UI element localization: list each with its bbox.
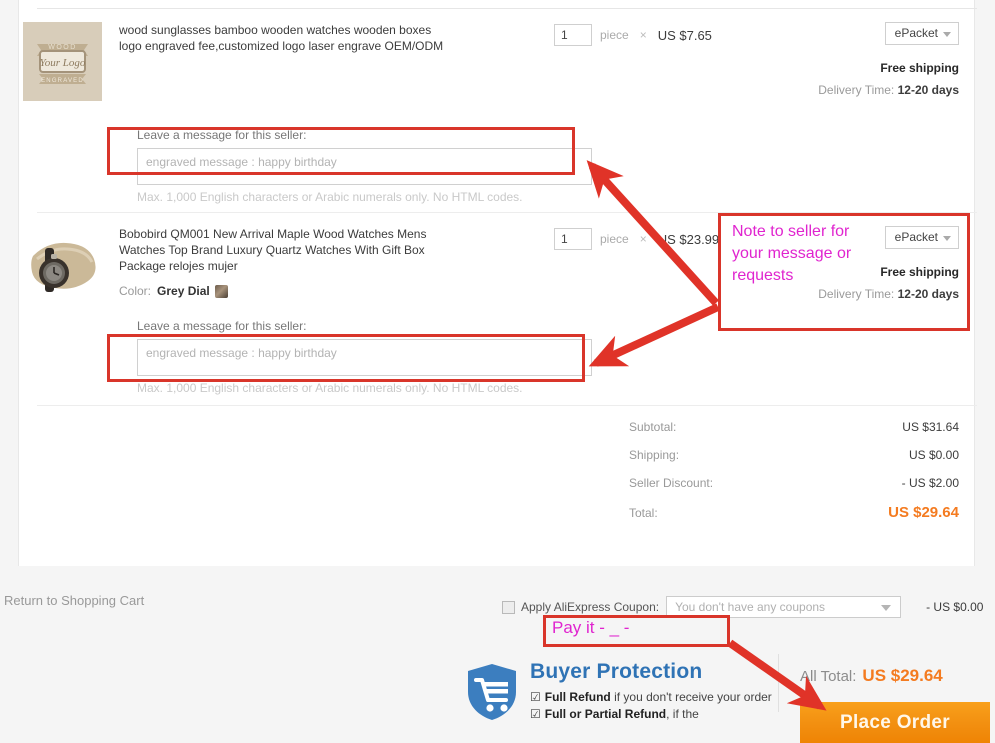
buyer-protection-item-rest: if you don't receive your order — [610, 690, 772, 704]
delivery-time-label: Delivery Time: — [818, 83, 895, 97]
color-swatch-icon — [214, 284, 228, 298]
delivery-time-value: 12-20 days — [897, 83, 959, 97]
delivery-time: Delivery Time: 12-20 days — [719, 83, 975, 97]
all-total-label: All Total: — [800, 668, 857, 685]
quantity-input[interactable] — [554, 228, 592, 250]
shield-cart-icon — [466, 660, 520, 725]
apply-coupon-label: Apply AliExpress Coupon: — [521, 600, 660, 614]
buyer-protection-block: Buyer Protection ☑ Full Refund if you don… — [466, 660, 776, 725]
shipping-value: US $0.00 — [908, 448, 959, 462]
seller-message-hint: Max. 1,000 English characters or Arabic … — [137, 381, 523, 395]
total-value: US $29.64 — [888, 504, 959, 521]
shipping-cost: Free shipping — [880, 265, 959, 279]
shipping-block: ePacket Free shipping Delivery Time: 12-… — [719, 226, 975, 301]
wood-logo-engraved-image: Your Logo WOOD ENGRAVED — [23, 22, 102, 101]
coupon-row: Apply AliExpress Coupon: You don't have … — [502, 596, 983, 618]
row-divider — [37, 212, 977, 213]
quantity-price-block: piece × US $23.99 — [554, 228, 719, 250]
order-summary-card: Your Logo WOOD ENGRAVED wood sunglasses … — [18, 0, 977, 566]
checkbox-checked-icon: ☑ — [530, 690, 541, 704]
product-attribute: Color: Grey Dial — [119, 284, 449, 298]
seller-message-textarea[interactable] — [137, 148, 592, 185]
unit-label: piece — [600, 28, 629, 42]
summary-subtotal: Subtotal: US $31.64 — [629, 420, 959, 434]
buyer-protection-item: ☑ Full or Partial Refund, if the — [530, 707, 772, 722]
chevron-down-icon — [943, 32, 951, 37]
shipping-method-select[interactable]: ePacket — [884, 22, 959, 45]
svg-text:WOOD: WOOD — [48, 44, 77, 51]
product-title[interactable]: wood sunglasses bamboo wooden watches wo… — [119, 22, 449, 54]
summary-shipping: Shipping: US $0.00 — [629, 448, 959, 462]
seller-message-textarea[interactable] — [137, 339, 592, 376]
shipping-label: Shipping: — [629, 448, 680, 462]
coupon-select[interactable]: You don't have any coupons — [666, 596, 902, 618]
attribute-value: Grey Dial — [157, 284, 210, 298]
subtotal-label: Subtotal: — [629, 420, 677, 434]
seller-message-label: Leave a message for this seller: — [137, 319, 307, 333]
delivery-time: Delivery Time: 12-20 days — [719, 287, 975, 301]
multiply-symbol: × — [639, 28, 647, 42]
coupon-amount: - US $0.00 — [926, 600, 984, 614]
seller-message-area: Leave a message for this seller: Max. 1,… — [137, 319, 597, 395]
product-info: Bobobird QM001 New Arrival Maple Wood Wa… — [119, 226, 449, 298]
svg-text:Your Logo: Your Logo — [40, 57, 86, 69]
checkbox-checked-icon: ☑ — [530, 707, 541, 721]
summary-seller-discount: Seller Discount: - US $2.00 — [629, 476, 959, 490]
seller-message-hint: Max. 1,000 English characters or Arabic … — [137, 190, 523, 204]
chevron-down-icon — [943, 236, 951, 241]
subtotal-value: US $31.64 — [902, 420, 959, 434]
wood-watch-on-pillow-image — [23, 226, 102, 305]
product-title[interactable]: Bobobird QM001 New Arrival Maple Wood Wa… — [119, 226, 449, 274]
shipping-block: ePacket Free shipping Delivery Time: 12-… — [719, 22, 975, 97]
shipping-method-select[interactable]: ePacket — [884, 226, 959, 249]
footer-divider — [778, 654, 779, 712]
unit-price: US $7.65 — [657, 27, 712, 43]
seller-message-label: Leave a message for this seller: — [137, 128, 307, 142]
buyer-protection-item-strong: Full or Partial Refund — [544, 707, 667, 721]
shipping-method-label: ePacket — [894, 26, 938, 40]
product-info: wood sunglasses bamboo wooden watches wo… — [119, 22, 449, 54]
price-summary: Subtotal: US $31.64 Shipping: US $0.00 S… — [629, 420, 959, 535]
summary-divider — [37, 405, 977, 406]
attribute-label: Color: — [119, 284, 152, 298]
top-divider — [37, 8, 977, 9]
buyer-protection-item-strong: Full Refund — [544, 690, 611, 704]
seller-discount-label: Seller Discount: — [629, 476, 714, 490]
chevron-down-icon — [881, 605, 892, 611]
coupon-select-placeholder: You don't have any coupons — [675, 600, 826, 614]
seller-message-area: Leave a message for this seller: Max. 1,… — [137, 128, 597, 204]
product-thumbnail[interactable]: Your Logo WOOD ENGRAVED — [23, 22, 102, 101]
shipping-method-label: ePacket — [894, 230, 938, 244]
buyer-protection-texts: Buyer Protection ☑ Full Refund if you don… — [520, 660, 772, 725]
quantity-price-block: piece × US $7.65 — [554, 24, 712, 46]
buyer-protection-item-rest: , if the — [666, 707, 699, 721]
all-total: All Total: US $29.64 — [800, 666, 943, 686]
quantity-input[interactable] — [554, 24, 592, 46]
total-label: Total: — [629, 506, 658, 520]
unit-price: US $23.99 — [657, 231, 720, 247]
seller-discount-value: - US $2.00 — [901, 476, 959, 490]
product-thumbnail[interactable] — [23, 226, 102, 305]
shipping-cost: Free shipping — [880, 61, 959, 75]
delivery-time-value: 12-20 days — [897, 287, 959, 301]
svg-text:ENGRAVED: ENGRAVED — [41, 78, 84, 84]
delivery-time-label: Delivery Time: — [818, 287, 895, 301]
return-to-cart-link[interactable]: Return to Shopping Cart — [4, 593, 144, 608]
all-total-value: US $29.64 — [862, 666, 943, 685]
multiply-symbol: × — [639, 232, 647, 246]
summary-total: Total: US $29.64 — [629, 504, 959, 521]
apply-coupon-checkbox[interactable] — [502, 600, 515, 614]
unit-label: piece — [600, 232, 629, 246]
buyer-protection-title: Buyer Protection — [530, 660, 703, 683]
place-order-button[interactable]: Place Order — [800, 702, 990, 743]
buyer-protection-item: ☑ Full Refund if you don't receive your o… — [530, 690, 772, 705]
